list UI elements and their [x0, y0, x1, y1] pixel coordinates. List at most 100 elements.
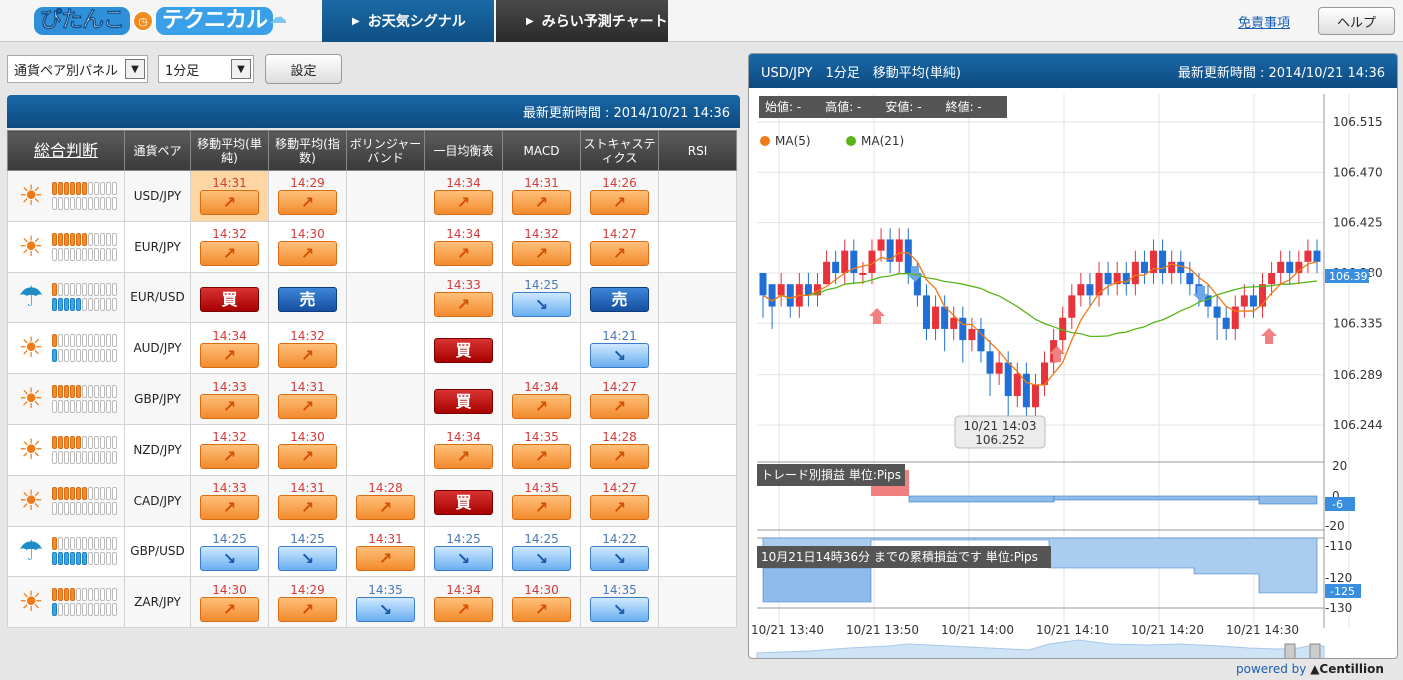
signal-cell[interactable]: 14:35 ↘ [580, 576, 659, 629]
navigator-handle-left[interactable] [1284, 643, 1296, 659]
signal-cell[interactable]: 14:27 ↗ [580, 220, 659, 273]
arrow-up-right-icon[interactable]: ↗ [512, 444, 571, 470]
signal-cell[interactable]: 14:35 ↘ [346, 576, 425, 629]
arrow-down-right-icon[interactable]: ↘ [512, 545, 571, 571]
sell-signal-button[interactable]: 売 [278, 286, 337, 312]
arrow-up-right-icon[interactable]: ↗ [200, 241, 259, 267]
arrow-up-right-icon[interactable]: ↗ [434, 291, 493, 317]
arrow-up-right-icon[interactable]: ↗ [512, 190, 571, 216]
arrow-up-right-icon[interactable]: ↗ [434, 596, 493, 622]
signal-cell[interactable]: 14:30 ↗ [268, 220, 347, 273]
signal-cell[interactable]: 14:31 ↗ [502, 170, 581, 222]
arrow-down-right-icon[interactable]: ↘ [200, 545, 259, 571]
signal-cell[interactable]: 買 [424, 373, 503, 425]
arrow-up-right-icon[interactable]: ↗ [278, 495, 337, 521]
arrow-up-right-icon[interactable]: ↗ [200, 596, 259, 622]
signal-cell[interactable]: 14:29 ↗ [268, 170, 347, 222]
chevron-down-icon[interactable]: ▼ [231, 59, 251, 79]
table-row[interactable]: ☀ CAD/JPY 14:33 ↗ 14:31 ↗ 14:28 ↗ 買 14:35 ↗ 14:27 ↗ [7, 474, 737, 527]
arrow-down-right-icon[interactable]: ↘ [356, 596, 415, 622]
app-logo[interactable]: ぴたんこ ◷ テクニカル ☁ [34, 6, 287, 36]
currency-pair[interactable]: GBP/USD [124, 525, 191, 578]
navigator-handle-right[interactable] [1309, 643, 1321, 659]
arrow-up-right-icon[interactable]: ↗ [278, 342, 337, 368]
arrow-up-right-icon[interactable]: ↗ [434, 444, 493, 470]
buy-signal-button[interactable]: 買 [434, 337, 493, 363]
signal-cell[interactable]: 14:27 ↗ [580, 474, 659, 527]
arrow-up-right-icon[interactable]: ↗ [512, 393, 571, 419]
arrow-down-right-icon[interactable]: ↘ [434, 545, 493, 571]
arrow-up-right-icon[interactable]: ↗ [200, 444, 259, 470]
signal-cell[interactable]: 14:35 ↗ [502, 423, 581, 476]
signal-cell[interactable]: 売 [580, 271, 659, 324]
panel-select[interactable]: 通貨ペア別パネル ▼ [7, 55, 148, 83]
arrow-down-right-icon[interactable]: ↘ [512, 291, 571, 317]
arrow-up-right-icon[interactable]: ↗ [356, 545, 415, 571]
arrow-up-right-icon[interactable]: ↗ [434, 241, 493, 267]
signal-cell[interactable]: 14:22 ↘ [580, 525, 659, 578]
sell-signal-button[interactable]: 売 [590, 286, 649, 312]
signal-cell[interactable]: 14:35 ↗ [502, 474, 581, 527]
arrow-up-right-icon[interactable]: ↗ [590, 241, 649, 267]
table-row[interactable]: ☀ GBP/JPY 14:33 ↗ 14:31 ↗ 買 14:34 ↗ 14:27 ↗ [7, 373, 737, 425]
table-row[interactable]: ☀ NZD/JPY 14:32 ↗ 14:30 ↗ 14:34 ↗ 14:35 ↗ 14:28 ↗ [7, 423, 737, 476]
signal-cell[interactable]: 14:34 ↗ [424, 170, 503, 222]
signal-cell[interactable]: 14:33 ↗ [190, 373, 269, 425]
table-row[interactable]: ☀ EUR/JPY 14:32 ↗ 14:30 ↗ 14:34 ↗ 14:32 ↗ 14:27 ↗ [7, 220, 737, 273]
disclaimer-link[interactable]: 免責事項 [1238, 12, 1290, 31]
signal-cell[interactable]: 14:25 ↘ [502, 271, 581, 324]
arrow-up-right-icon[interactable]: ↗ [512, 596, 571, 622]
signal-cell[interactable]: 買 [424, 474, 503, 527]
arrow-up-right-icon[interactable]: ↗ [590, 444, 649, 470]
arrow-up-right-icon[interactable]: ↗ [200, 190, 259, 216]
signal-cell[interactable]: 14:21 ↘ [580, 322, 659, 375]
signal-cell[interactable]: 14:28 ↗ [580, 423, 659, 476]
currency-pair[interactable]: USD/JPY [124, 170, 191, 222]
buy-signal-button[interactable]: 買 [434, 490, 493, 516]
arrow-up-right-icon[interactable]: ↗ [278, 393, 337, 419]
arrow-up-right-icon[interactable]: ↗ [590, 393, 649, 419]
arrow-up-right-icon[interactable]: ↗ [200, 495, 259, 521]
signal-cell[interactable]: 14:31 ↗ [346, 525, 425, 578]
signal-cell[interactable]: 14:34 ↗ [424, 220, 503, 273]
signal-cell[interactable]: 14:31 ↗ [268, 474, 347, 527]
signal-cell[interactable]: 14:30 ↗ [268, 423, 347, 476]
signal-cell[interactable]: 14:34 ↗ [190, 322, 269, 375]
timeframe-select[interactable]: 1分足 ▼ [158, 55, 254, 83]
signal-cell[interactable]: 14:26 ↗ [580, 170, 659, 222]
currency-pair[interactable]: AUD/JPY [124, 322, 191, 375]
arrow-down-right-icon[interactable]: ↘ [590, 596, 649, 622]
signal-cell[interactable]: 14:28 ↗ [346, 474, 425, 527]
arrow-up-right-icon[interactable]: ↗ [278, 241, 337, 267]
arrow-up-right-icon[interactable]: ↗ [356, 495, 415, 521]
signal-cell[interactable]: 14:32 ↗ [502, 220, 581, 273]
signal-cell[interactable]: 14:29 ↗ [268, 576, 347, 629]
arrow-up-right-icon[interactable]: ↗ [512, 495, 571, 521]
currency-pair[interactable]: ZAR/JPY [124, 576, 191, 629]
signal-cell[interactable]: 14:34 ↗ [502, 373, 581, 425]
signal-cell[interactable]: 14:25 ↘ [502, 525, 581, 578]
table-row[interactable]: ☂ GBP/USD 14:25 ↘ 14:25 ↘ 14:31 ↗ 14:25 ↘ 14:25 ↘ 14… [7, 525, 737, 578]
table-row[interactable]: ☀ ZAR/JPY 14:30 ↗ 14:29 ↗ 14:35 ↘ 14:34 ↗ 14:30 ↗ 14… [7, 576, 737, 629]
signal-cell[interactable]: 14:25 ↘ [190, 525, 269, 578]
signal-cell[interactable]: 14:32 ↗ [268, 322, 347, 375]
signal-cell[interactable]: 14:34 ↗ [424, 423, 503, 476]
currency-pair[interactable]: NZD/JPY [124, 423, 191, 476]
signal-cell[interactable]: 売 [268, 271, 347, 324]
price-chart[interactable]: 始値: - 高値: - 安値: - 終値: - MA(5) MA(21) 106… [749, 88, 1398, 659]
signal-cell[interactable]: 14:30 ↗ [502, 576, 581, 629]
arrow-up-right-icon[interactable]: ↗ [278, 596, 337, 622]
currency-pair[interactable]: GBP/JPY [124, 373, 191, 425]
signal-cell[interactable]: 14:25 ↘ [268, 525, 347, 578]
signal-cell[interactable]: 14:25 ↘ [424, 525, 503, 578]
arrow-down-right-icon[interactable]: ↘ [278, 545, 337, 571]
arrow-up-right-icon[interactable]: ↗ [278, 190, 337, 216]
signal-cell[interactable]: 14:27 ↗ [580, 373, 659, 425]
currency-pair[interactable]: EUR/JPY [124, 220, 191, 273]
buy-signal-button[interactable]: 買 [434, 388, 493, 414]
table-row[interactable]: ☀ AUD/JPY 14:34 ↗ 14:32 ↗ 買 14:21 ↘ [7, 322, 737, 375]
chevron-down-icon[interactable]: ▼ [125, 59, 145, 79]
signal-cell[interactable]: 14:32 ↗ [190, 220, 269, 273]
signal-cell[interactable]: 14:31 ↗ [268, 373, 347, 425]
arrow-up-right-icon[interactable]: ↗ [278, 444, 337, 470]
